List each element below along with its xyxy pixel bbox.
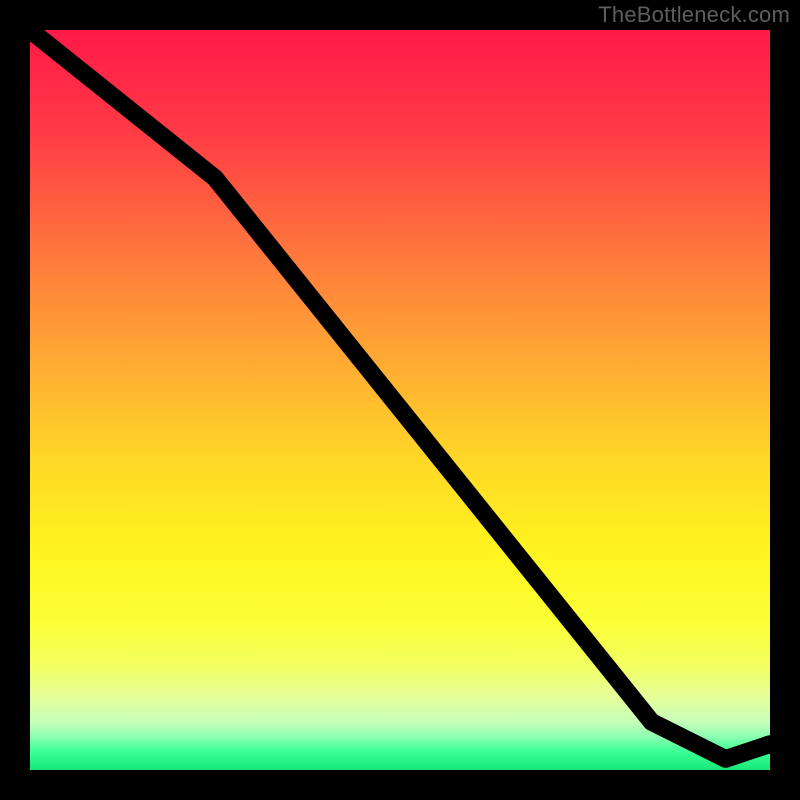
plot-area (30, 30, 770, 770)
chart-stage: TheBottleneck.com (0, 0, 800, 800)
curve-layer (30, 30, 770, 770)
watermark-text: TheBottleneck.com (598, 2, 790, 28)
bottleneck-curve (30, 30, 770, 759)
